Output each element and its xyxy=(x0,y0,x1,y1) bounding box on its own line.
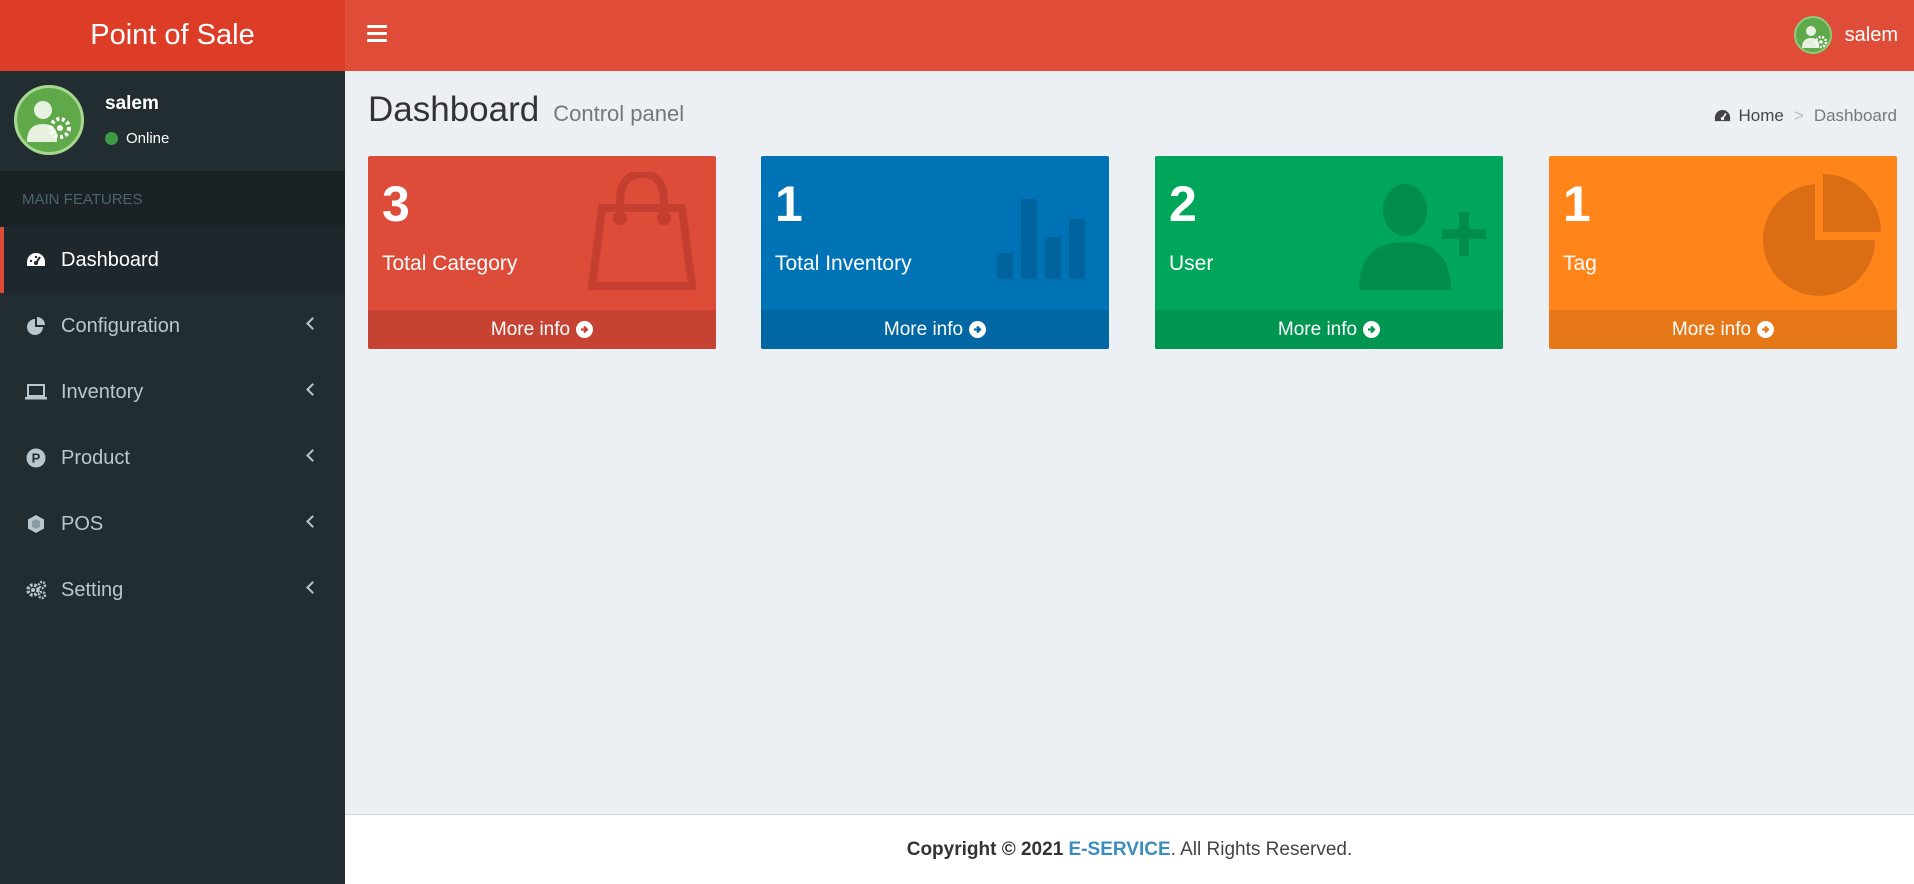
stat-value: 2 xyxy=(1169,176,1197,232)
sidebar-item-label: Inventory xyxy=(61,380,144,403)
chevron-left-icon xyxy=(306,581,319,594)
arrow-circle-right-icon xyxy=(1363,321,1381,338)
svg-text:P: P xyxy=(32,451,41,466)
product-p-icon: P xyxy=(25,447,47,469)
laptop-icon xyxy=(25,381,47,403)
sidebar-item-product[interactable]: P Product xyxy=(0,425,345,491)
sidebar-toggle-icon[interactable] xyxy=(367,25,387,43)
chevron-left-icon xyxy=(306,449,319,462)
more-info-link[interactable]: More info xyxy=(368,310,716,349)
status-text: Online xyxy=(126,130,170,147)
top-navbar: salem xyxy=(345,0,1914,71)
sidebar-item-inventory[interactable]: Inventory xyxy=(0,359,345,425)
more-info-link[interactable]: More info xyxy=(1549,310,1897,349)
avatar xyxy=(14,85,84,155)
stat-box-user: 2 User More info xyxy=(1155,156,1503,349)
footer-rights: . All Rights Reserved. xyxy=(1170,838,1353,860)
stat-box-category: 3 Total Category More info xyxy=(368,156,716,349)
stat-value: 3 xyxy=(382,176,410,232)
pie-chart-icon xyxy=(25,315,47,337)
user-menu[interactable]: salem xyxy=(1793,15,1898,55)
app-logo[interactable]: Point of Sale xyxy=(0,0,345,71)
arrow-circle-right-icon xyxy=(576,321,594,338)
sidebar-item-label: Product xyxy=(61,446,130,469)
page-title: Dashboard xyxy=(368,90,540,129)
stat-label: User xyxy=(1169,252,1214,275)
sidebar-item-setting[interactable]: Setting xyxy=(0,557,345,623)
shopping-bag-icon xyxy=(587,172,697,290)
stat-label: Total Category xyxy=(382,252,518,275)
stat-value: 1 xyxy=(1563,176,1591,232)
arrow-circle-right-icon xyxy=(1757,321,1775,338)
sidebar-item-label: POS xyxy=(61,512,104,535)
sidebar-item-pos[interactable]: POS xyxy=(0,491,345,557)
more-info-label: More info xyxy=(1277,318,1358,340)
breadcrumb-separator: > xyxy=(1793,106,1804,125)
more-info-label: More info xyxy=(883,318,964,340)
arrow-circle-right-icon xyxy=(969,321,987,338)
page-subtitle: Control panel xyxy=(553,101,685,126)
stat-label: Tag xyxy=(1563,252,1597,275)
more-info-link[interactable]: More info xyxy=(1155,310,1503,349)
breadcrumb-current: Dashboard xyxy=(1813,106,1897,125)
sidebar-item-label: Dashboard xyxy=(61,248,159,271)
topbar-username: salem xyxy=(1844,23,1898,46)
more-info-label: More info xyxy=(1671,318,1752,340)
content-header: Dashboard Control panel xyxy=(368,90,684,130)
bar-chart-icon xyxy=(997,199,1085,279)
avatar xyxy=(1793,16,1832,54)
online-status: Online xyxy=(105,130,169,147)
sidebar-username: salem xyxy=(105,93,159,114)
stat-label: Total Inventory xyxy=(775,252,912,275)
user-plus-icon xyxy=(1359,184,1486,290)
stat-value: 1 xyxy=(775,176,803,232)
sidebar-section-header: MAIN FEATURES xyxy=(0,171,345,227)
more-info-label: More info xyxy=(490,318,571,340)
dashboard-icon xyxy=(1714,110,1730,122)
status-dot-icon xyxy=(105,132,118,145)
gears-icon xyxy=(25,579,47,601)
sidebar-item-configuration[interactable]: Configuration xyxy=(0,293,345,359)
sidebar-item-dashboard[interactable]: Dashboard xyxy=(0,227,345,293)
sidebar: salem Online MAIN FEATURES Dashboard Con… xyxy=(0,71,345,884)
page-footer: Copyright © 2021 E-SERVICE . All Rights … xyxy=(345,814,1914,884)
chevron-left-icon xyxy=(306,317,319,330)
breadcrumb: Home > Dashboard xyxy=(1714,106,1897,126)
chevron-left-icon xyxy=(306,515,319,528)
breadcrumb-home-label: Home xyxy=(1738,106,1784,125)
more-info-link[interactable]: More info xyxy=(761,310,1109,349)
sidebar-item-label: Configuration xyxy=(61,314,180,337)
breadcrumb-home[interactable]: Home xyxy=(1714,106,1784,126)
user-panel: salem Online xyxy=(0,71,345,171)
chevron-left-icon xyxy=(306,383,319,396)
footer-copyright: Copyright © 2021 xyxy=(906,838,1064,860)
sidebar-item-label: Setting xyxy=(61,578,124,601)
footer-company-link[interactable]: E-SERVICE xyxy=(1069,839,1171,861)
pie-chart-icon xyxy=(1763,174,1881,296)
stat-box-inventory: 1 Total Inventory More info xyxy=(761,156,1109,349)
cube-icon xyxy=(25,513,47,535)
dashboard-icon xyxy=(25,249,47,271)
stat-box-tag: 1 Tag More info xyxy=(1549,156,1897,349)
